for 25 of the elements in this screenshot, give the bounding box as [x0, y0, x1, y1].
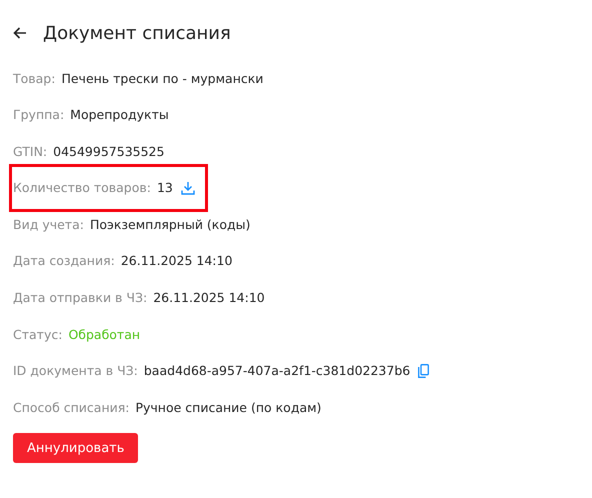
field-value: Печень трески по - мурмански	[61, 70, 264, 86]
field-value: Поэкземплярный (коды)	[90, 216, 250, 232]
cancel-button[interactable]: Аннулировать	[13, 433, 138, 464]
field-label: ID документа в ЧЗ:	[13, 363, 138, 378]
field-label: Товар:	[13, 70, 56, 86]
field-label: GTIN:	[13, 144, 48, 159]
field-label: Статус:	[13, 326, 62, 342]
field-value: 26.11.2025 14:10	[153, 290, 265, 306]
field-label: Вид учета:	[13, 216, 84, 232]
field-label: Количество товаров:	[13, 180, 151, 196]
copy-icon[interactable]	[418, 364, 430, 378]
field-value: Ручное списание (по кодам)	[135, 400, 322, 415]
field-value: baad4d68-a957-407a-a2f1-c381d02237b6	[144, 363, 410, 378]
field-label: Дата создания:	[13, 253, 115, 268]
field-value: 04549957535525	[53, 144, 164, 159]
field-label: Способ списания:	[13, 400, 130, 415]
field-value: 13	[156, 180, 173, 196]
status-value: Обработан	[68, 326, 140, 342]
back-icon[interactable]	[13, 27, 27, 39]
field-label: Группа:	[13, 107, 64, 122]
field-label: Дата отправки в ЧЗ:	[13, 290, 148, 306]
field-value: 26.11.2025 14:10	[120, 253, 232, 268]
field-value: Морепродукты	[70, 107, 169, 122]
page-title: Документ списания	[43, 22, 231, 44]
download-icon[interactable]	[180, 180, 195, 195]
